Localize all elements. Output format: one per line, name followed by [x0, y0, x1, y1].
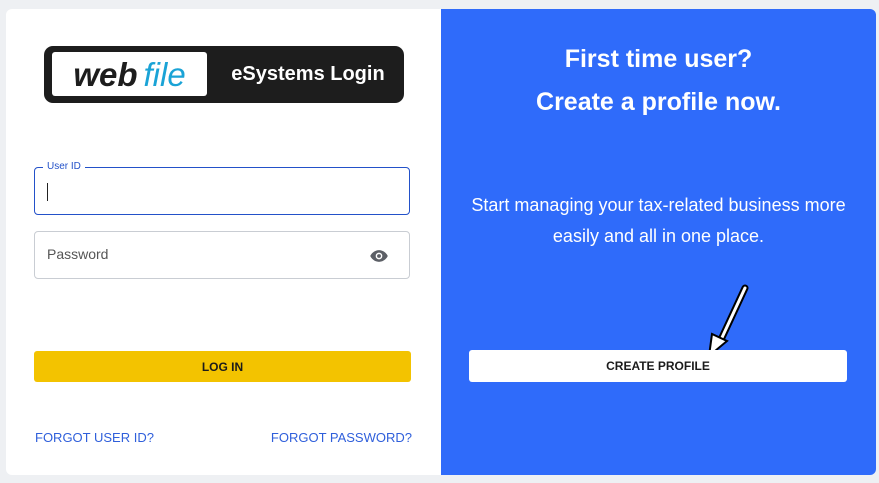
- panel-description: Start managing your tax-related business…: [471, 195, 846, 246]
- logo-product-text: eSystems Login: [231, 63, 385, 85]
- password-field[interactable]: Password: [34, 231, 410, 279]
- forgot-password-link[interactable]: FORGOT PASSWORD?: [271, 430, 412, 445]
- arrow-pointer-icon: [707, 284, 749, 359]
- panel-title-line2: Create a profile now.: [536, 88, 781, 116]
- eye-icon[interactable]: [369, 246, 389, 266]
- forgot-userid-link[interactable]: FORGOT USER ID?: [35, 430, 154, 445]
- userid-field[interactable]: User ID: [34, 161, 410, 215]
- login-button[interactable]: LOG IN: [34, 351, 411, 382]
- logo-file-text: file: [143, 55, 186, 93]
- userid-label: User ID: [43, 161, 85, 172]
- create-profile-button[interactable]: CREATE PROFILE: [469, 350, 847, 382]
- create-profile-panel: First time user? Create a profile now. S…: [441, 9, 876, 475]
- panel-title-line1: First time user?: [564, 45, 753, 73]
- logo-web-text: web: [73, 55, 138, 93]
- text-caret: [47, 183, 48, 201]
- webfile-logo: web file eSystems Login: [44, 46, 404, 103]
- password-placeholder: Password: [47, 246, 109, 262]
- logo-wordmark: web file: [52, 52, 207, 96]
- login-panel: web file eSystems Login User ID Password…: [6, 9, 441, 475]
